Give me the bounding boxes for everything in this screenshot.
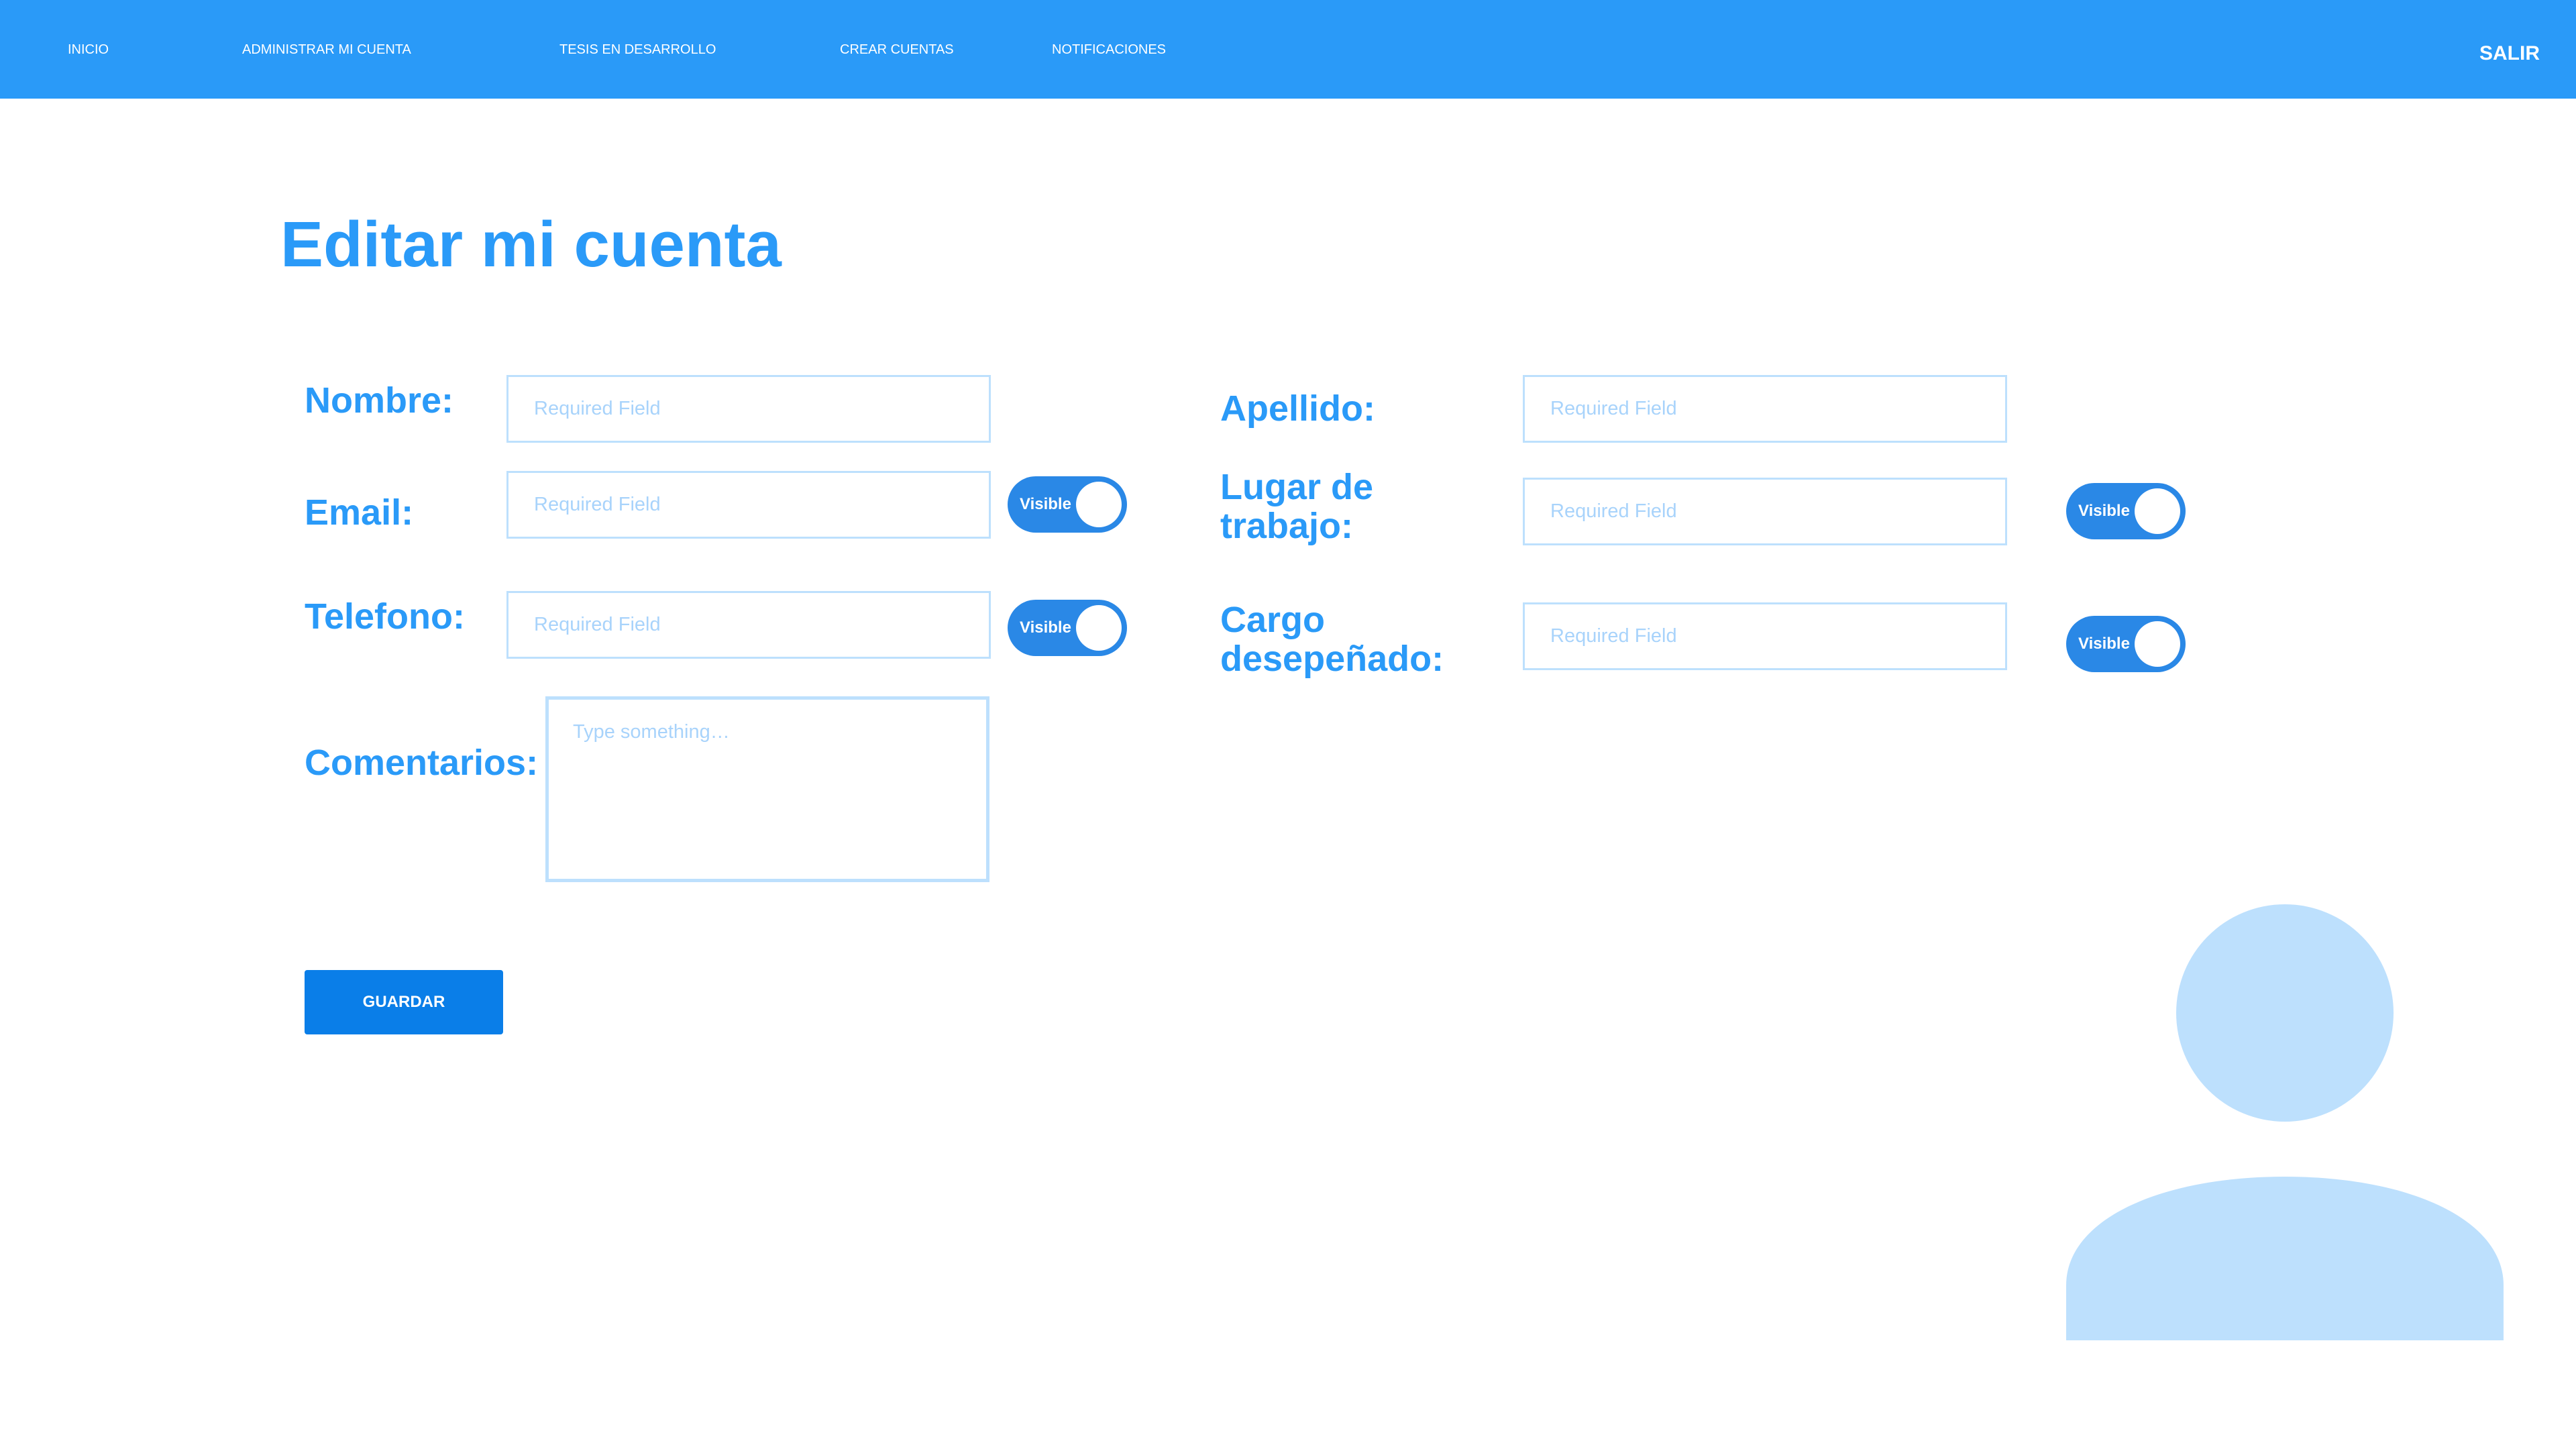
lugar-trabajo-label-line2: trabajo: [1220, 506, 1354, 546]
toggle-knob [1076, 482, 1122, 527]
toggle-knob [1076, 605, 1122, 651]
lugar-trabajo-label: Lugar de trabajo: [1220, 468, 1373, 545]
lugar-trabajo-field[interactable] [1523, 478, 2007, 545]
telefono-visibility-label: Visible [1020, 619, 1071, 637]
nav-item-administrar-mi-cuenta[interactable]: ADMINISTRAR MI CUENTA [242, 42, 411, 58]
avatar-body [2066, 1177, 2504, 1340]
nav-item-tesis-en-desarrollo[interactable]: TESIS EN DESARROLLO [559, 42, 716, 58]
cargo-label-line2: desepeñado: [1220, 639, 1444, 679]
lugar-trabajo-label-line1: Lugar de [1220, 467, 1374, 507]
email-visibility-label: Visible [1020, 495, 1071, 513]
comentarios-label: Comentarios: [305, 743, 539, 783]
nav-item-crear-cuentas[interactable]: CREAR CUENTAS [840, 42, 954, 58]
apellido-field[interactable] [1523, 375, 2007, 443]
cargo-label-line1: Cargo [1220, 600, 1326, 640]
user-avatar-icon [2066, 904, 2504, 1340]
nombre-label: Nombre: [305, 380, 454, 421]
telefono-visibility-toggle[interactable]: Visible [1008, 600, 1127, 656]
toggle-knob [2135, 621, 2180, 667]
email-field[interactable] [506, 471, 991, 539]
lugar-trabajo-visibility-label: Visible [2078, 502, 2130, 520]
nombre-field[interactable] [506, 375, 991, 443]
page-title: Editar mi cuenta [280, 209, 782, 280]
lugar-trabajo-visibility-toggle[interactable]: Visible [2066, 483, 2186, 539]
telefono-label: Telefono: [305, 596, 465, 637]
logout-button[interactable]: SALIR [2479, 42, 2540, 66]
cargo-field[interactable] [1523, 602, 2007, 670]
cargo-visibility-label: Visible [2078, 635, 2130, 653]
top-navigation-bar: INICIO ADMINISTRAR MI CUENTA TESIS EN DE… [0, 0, 2576, 99]
nav-item-notificaciones[interactable]: NOTIFICACIONES [1052, 42, 1166, 58]
nav-item-inicio[interactable]: INICIO [68, 42, 109, 58]
email-label: Email: [305, 492, 414, 533]
save-button[interactable]: GUARDAR [305, 970, 503, 1034]
email-visibility-toggle[interactable]: Visible [1008, 476, 1127, 533]
cargo-visibility-toggle[interactable]: Visible [2066, 616, 2186, 672]
avatar-graphic [2066, 904, 2504, 1340]
telefono-field[interactable] [506, 591, 991, 659]
comentarios-textarea[interactable] [545, 696, 989, 882]
avatar-head [2176, 904, 2394, 1122]
cargo-label: Cargo desepeñado: [1220, 600, 1444, 678]
toggle-knob [2135, 488, 2180, 534]
apellido-label: Apellido: [1220, 388, 1375, 429]
